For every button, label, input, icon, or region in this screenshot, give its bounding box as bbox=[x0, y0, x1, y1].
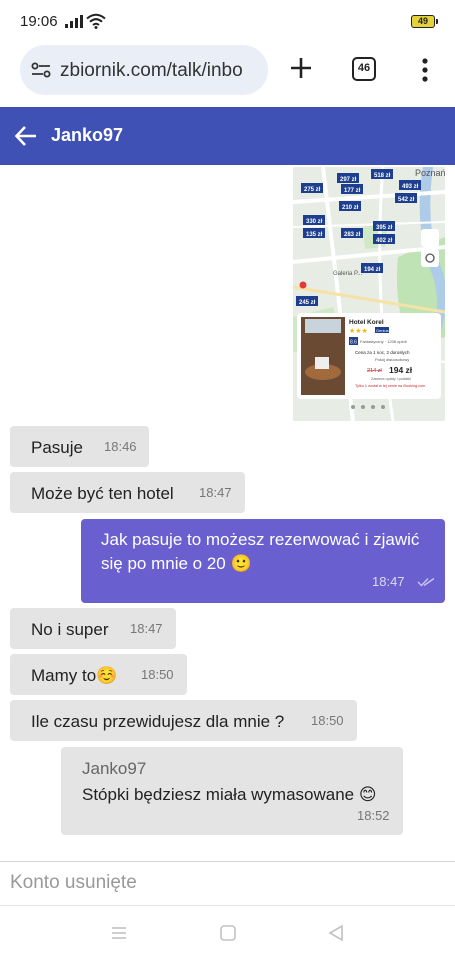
message-time: 18:47 bbox=[372, 574, 405, 589]
message-bubble-outgoing[interactable]: Jak pasuje to możesz rezerwować i zjawić… bbox=[81, 519, 445, 603]
status-bar: 19:06 49 bbox=[0, 0, 455, 44]
hotel-taxes-note: Zawiera opłaty i podatki bbox=[371, 377, 411, 381]
message-input[interactable] bbox=[0, 862, 455, 904]
home-icon[interactable] bbox=[218, 923, 238, 943]
map-price-pin: 493 zł bbox=[402, 184, 419, 190]
map-price-pin: 542 zł bbox=[398, 197, 415, 203]
hotel-price: 194 zł bbox=[389, 365, 413, 375]
shared-map-image[interactable]: Poznań 297 zł 518 zł 275 zł 177 zł 493 z… bbox=[293, 167, 445, 421]
message-text: Mamy to☺️ bbox=[31, 666, 118, 685]
hotel-name: Hotel Korel bbox=[349, 319, 384, 326]
map-city-label: Poznań bbox=[415, 168, 445, 178]
recent-apps-icon[interactable] bbox=[109, 923, 129, 943]
tab-switcher-button[interactable]: 46 bbox=[352, 57, 376, 81]
map-price-pin: 275 zł bbox=[304, 187, 321, 193]
hotel-old-price: 214 zł bbox=[367, 368, 382, 374]
message-text: Ile czasu przewidujesz dla mnie ? bbox=[31, 712, 285, 731]
url-text: zbiornik.com/talk/inbo bbox=[60, 60, 243, 81]
wifi-icon bbox=[86, 13, 106, 29]
message-author: Janko97 bbox=[82, 759, 147, 778]
genius-badge: Genius bbox=[376, 328, 389, 333]
message-text: Pasuje bbox=[31, 438, 83, 457]
map-price-pin: 402 zł bbox=[376, 238, 393, 244]
browser-toolbar: zbiornik.com/talk/inbo 46 bbox=[0, 44, 455, 106]
map-price-pin: 194 zł bbox=[364, 267, 381, 273]
map-price-pin: 297 zł bbox=[340, 177, 357, 183]
message-bubble[interactable]: Ile czasu przewidujesz dla mnie ? 18:50 bbox=[10, 700, 357, 741]
hotel-availability: Tylko 1 został w tej cenie na Booking.co… bbox=[355, 384, 425, 388]
back-arrow-icon[interactable] bbox=[14, 124, 38, 148]
map-gallery-label: Galeria P... bbox=[333, 271, 363, 277]
message-text: Może być ten hotel bbox=[31, 484, 174, 503]
map-price-pin: 245 zł bbox=[299, 300, 316, 306]
map-price-pin: 177 zł bbox=[344, 188, 361, 194]
message-time: 18:52 bbox=[357, 808, 390, 823]
map-price-pin: 210 zł bbox=[342, 205, 359, 211]
message-time: 18:47 bbox=[199, 485, 232, 500]
system-navigation-bar bbox=[0, 905, 455, 960]
read-receipt-icon bbox=[417, 577, 435, 587]
browser-menu-button[interactable] bbox=[415, 56, 435, 84]
message-text: Stópki będziesz miała wymasowane 😊 bbox=[82, 785, 377, 804]
back-icon[interactable] bbox=[326, 923, 346, 943]
message-bubble[interactable]: No i super 18:47 bbox=[10, 608, 176, 649]
hotel-room-type: Pokój dwuosobowy bbox=[375, 357, 409, 362]
map-price-pin: 518 zł bbox=[374, 173, 391, 179]
message-time: 18:47 bbox=[130, 621, 163, 636]
signal-icon bbox=[65, 14, 83, 28]
message-bubble[interactable]: Pasuje 18:46 bbox=[10, 426, 149, 467]
map-price-pin: 283 zł bbox=[344, 232, 361, 238]
message-time: 18:50 bbox=[311, 713, 344, 728]
hotel-rating: 8.6 bbox=[350, 340, 357, 346]
message-time: 18:46 bbox=[104, 439, 137, 454]
conversation-title[interactable]: Janko97 bbox=[51, 125, 123, 146]
message-time: 18:50 bbox=[141, 667, 174, 682]
quoted-message-bubble[interactable]: Janko97 Stópki będziesz miała wymasowane… bbox=[61, 747, 403, 835]
map-price-pin: 135 zł bbox=[306, 232, 323, 238]
new-tab-button[interactable] bbox=[287, 54, 315, 82]
hotel-rating-label: Fantastyczny · 1206 opinii bbox=[360, 339, 407, 344]
hotel-stay-info: Cena za 1 noc, 2 dorosłych bbox=[355, 350, 410, 355]
message-text: Jak pasuje to możesz rezerwować i zjawić… bbox=[101, 530, 420, 573]
message-text: No i super bbox=[31, 620, 109, 639]
message-bubble[interactable]: Może być ten hotel 18:47 bbox=[10, 472, 245, 513]
status-time: 19:06 bbox=[20, 13, 58, 30]
map-price-pin: 330 zł bbox=[306, 219, 323, 225]
map-price-pin: 395 zł bbox=[376, 225, 393, 231]
svg-text:★★★: ★★★ bbox=[349, 327, 368, 335]
address-bar[interactable]: zbiornik.com/talk/inbo bbox=[20, 45, 268, 95]
site-settings-icon[interactable] bbox=[31, 62, 51, 78]
message-bubble[interactable]: Mamy to☺️ 18:50 bbox=[10, 654, 187, 695]
battery-icon: 49 bbox=[411, 15, 438, 28]
chat-header: Janko97 bbox=[0, 107, 455, 165]
